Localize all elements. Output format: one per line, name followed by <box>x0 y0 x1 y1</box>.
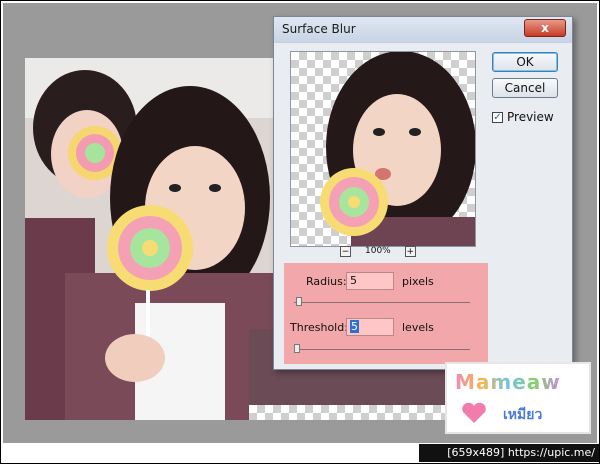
surface-blur-dialog: Surface Blur x − 100% + OK Cancel ✓ Prev… <box>273 16 573 370</box>
filter-preview[interactable] <box>290 51 476 247</box>
watermark-logo: Mameaw เหมียว <box>445 362 591 434</box>
parameters-panel: Radius: 5 pixels Threshold: 5 levels <box>284 263 488 364</box>
document-image <box>25 58 273 420</box>
radius-slider-thumb[interactable] <box>296 297 302 306</box>
heart-icon <box>462 402 486 423</box>
watermark-subtitle: เหมียว <box>503 407 543 423</box>
zoom-out-button[interactable]: − <box>340 245 351 257</box>
threshold-slider-thumb[interactable] <box>294 344 300 353</box>
radius-unit: pixels <box>402 275 434 288</box>
threshold-slider-track[interactable] <box>294 349 470 350</box>
threshold-value: 5 <box>350 320 359 333</box>
close-button[interactable]: x <box>524 19 566 37</box>
dialog-title: Surface Blur <box>282 22 356 36</box>
dialog-titlebar[interactable]: Surface Blur x <box>274 17 572 43</box>
close-icon: x <box>541 21 549 35</box>
screenshot-frame: Surface Blur x − 100% + OK Cancel ✓ Prev… <box>0 0 600 464</box>
ok-button[interactable]: OK <box>492 52 558 72</box>
image-info-footer: [659x489] https://upic.me/ <box>419 444 599 462</box>
radius-slider-track[interactable] <box>294 302 470 303</box>
preview-label: Preview <box>507 110 554 124</box>
radius-label: Radius: <box>306 275 347 288</box>
preview-image <box>320 52 475 246</box>
preview-checkbox[interactable]: ✓ <box>492 111 503 123</box>
threshold-unit: levels <box>402 321 434 334</box>
cancel-button[interactable]: Cancel <box>492 78 558 98</box>
threshold-label: Threshold: <box>290 321 348 334</box>
preview-toggle[interactable]: ✓ Preview <box>492 110 554 124</box>
radius-input[interactable]: 5 <box>346 272 394 290</box>
photo-illustration <box>25 58 273 420</box>
threshold-input[interactable]: 5 <box>346 318 394 336</box>
zoom-controls: − 100% + <box>340 244 430 258</box>
watermark-title: Mameaw <box>455 370 561 394</box>
zoom-level: 100% <box>365 246 391 256</box>
zoom-in-button[interactable]: + <box>404 245 416 257</box>
transparency-checker <box>249 405 449 420</box>
